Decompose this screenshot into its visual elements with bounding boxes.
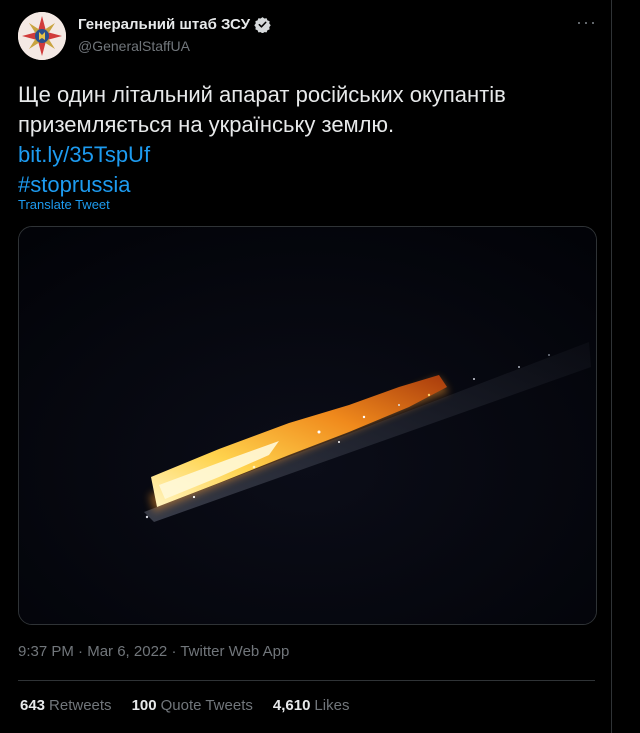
tweet-text-line-1: Ще один літальний апарат російських окуп… <box>18 82 506 107</box>
retweets-label: Retweets <box>49 697 112 714</box>
tweet-text-line-2: приземляється на українську землю. <box>18 112 395 137</box>
avatar[interactable] <box>18 12 66 60</box>
burning-aircraft-night-image <box>19 227 596 624</box>
retweets-stat[interactable]: 643 Retweets <box>20 697 112 714</box>
tweet-meta: 9:37 PM · Mar 6, 2022 · Twitter Web App <box>18 643 289 660</box>
verified-badge-icon <box>254 16 271 34</box>
tweet-time[interactable]: 9:37 PM <box>18 643 74 660</box>
quote-tweets-label: Quote Tweets <box>160 697 253 714</box>
quote-tweets-stat[interactable]: 100 Quote Tweets <box>132 697 253 714</box>
author-handle[interactable]: @GeneralStaffUA <box>78 38 190 54</box>
tweet-date[interactable]: Mar 6, 2022 <box>87 643 167 660</box>
more-dots-icon[interactable]: ··· <box>576 12 597 33</box>
meta-separator-2: · <box>171 643 177 660</box>
likes-count: 4,610 <box>272 697 311 714</box>
author-display-name[interactable]: Генеральний штаб ЗСУ <box>78 16 250 33</box>
timeline-border <box>611 0 612 733</box>
retweets-count: 643 <box>20 697 46 714</box>
general-staff-emblem-icon <box>18 12 66 60</box>
quote-tweets-count: 100 <box>131 697 157 714</box>
tweet-hashtag[interactable]: #stoprussia <box>18 172 131 197</box>
author-name-row: Генеральний штаб ЗСУ <box>78 16 271 34</box>
likes-stat[interactable]: 4,610 Likes <box>273 697 350 714</box>
divider-top <box>18 680 595 681</box>
translate-tweet-button[interactable]: Translate Tweet <box>18 197 110 212</box>
tweet-stats: 643 Retweets 100 Quote Tweets 4,610 Likes <box>20 697 349 714</box>
tweet-detail: Генеральний штаб ЗСУ @GeneralStaffUA ···… <box>0 0 611 733</box>
tweet-media-image[interactable] <box>18 226 597 625</box>
meta-separator-1: · <box>78 643 84 660</box>
tweet-text: Ще один літальний апарат російських окуп… <box>18 80 598 200</box>
likes-label: Likes <box>314 697 350 714</box>
tweet-source[interactable]: Twitter Web App <box>180 643 289 660</box>
tweet-link[interactable]: bit.ly/35TspUf <box>18 142 150 167</box>
